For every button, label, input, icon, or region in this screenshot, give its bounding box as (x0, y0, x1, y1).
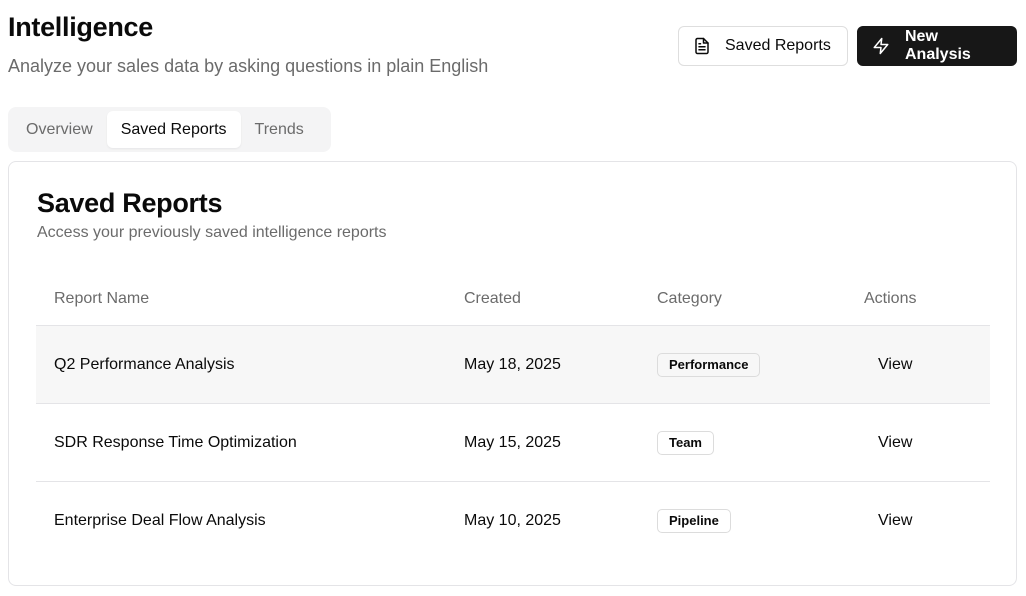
table-row[interactable]: Enterprise Deal Flow Analysis May 10, 20… (36, 482, 990, 560)
report-created: May 10, 2025 (464, 511, 561, 529)
saved-reports-button-label: Saved Reports (725, 37, 831, 54)
table-row[interactable]: SDR Response Time Optimization May 15, 2… (36, 403, 990, 482)
view-button[interactable]: View (878, 356, 912, 373)
report-created: May 18, 2025 (464, 325, 657, 404)
column-header-created: Created (464, 272, 657, 326)
saved-reports-card: Saved Reports Access your previously sav… (8, 161, 1017, 586)
card-subtitle: Access your previously saved intelligenc… (37, 224, 387, 241)
column-header-actions: Actions (864, 272, 990, 326)
page-title: Intelligence (8, 12, 153, 42)
tab-overview[interactable]: Overview (12, 111, 107, 148)
category-badge: Pipeline (657, 508, 731, 533)
lightning-icon (872, 37, 890, 55)
table-row[interactable]: Q2 Performance Analysis May 18, 2025 Per… (36, 325, 990, 404)
reports-table: Report Name Created Category Actions Q2 … (36, 272, 990, 559)
report-name: Enterprise Deal Flow Analysis (54, 511, 266, 529)
report-name: SDR Response Time Optimization (36, 403, 464, 482)
report-name: Q2 Performance Analysis (36, 325, 464, 404)
tab-list: Overview Saved Reports Trends (8, 107, 331, 152)
category-badge: Performance (657, 352, 761, 377)
new-analysis-button-label: New Analysis (905, 28, 971, 63)
card-title: Saved Reports (37, 188, 223, 218)
saved-reports-button[interactable]: Saved Reports (678, 26, 848, 66)
tab-trends[interactable]: Trends (241, 111, 318, 148)
view-button[interactable]: View (878, 434, 912, 451)
column-header-category: Category (657, 272, 864, 326)
page-subtitle: Analyze your sales data by asking questi… (8, 56, 489, 76)
tab-saved-reports[interactable]: Saved Reports (106, 111, 241, 148)
column-header-report-name: Report Name (36, 272, 464, 326)
category-badge: Team (657, 430, 714, 455)
report-created: May 15, 2025 (464, 403, 657, 482)
view-button[interactable]: View (878, 512, 912, 529)
header-actions: Saved Reports New Analysis (678, 26, 1017, 66)
table-header-row: Report Name Created Category Actions (36, 272, 990, 326)
document-icon (693, 37, 711, 55)
new-analysis-button[interactable]: New Analysis (857, 26, 1017, 66)
